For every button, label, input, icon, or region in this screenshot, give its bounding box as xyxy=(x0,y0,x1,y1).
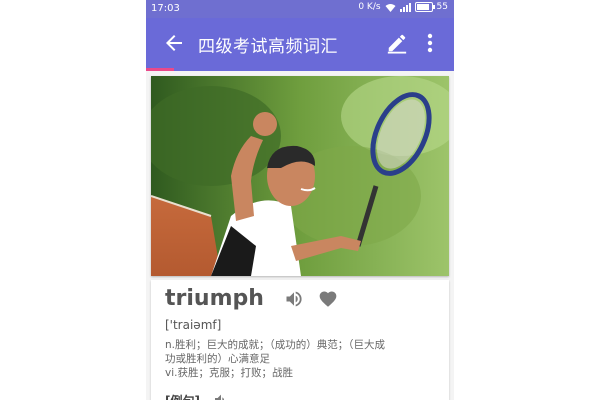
edit-icon[interactable] xyxy=(386,32,408,54)
definition-line: 功或胜利的）心满意足 xyxy=(165,353,270,365)
page-title: 四级考试高频词汇 xyxy=(198,37,338,57)
battery-icon xyxy=(414,2,435,12)
word-text: triumph xyxy=(165,286,264,311)
definition-line: vi.获胜；克服；打败；战胜 xyxy=(165,367,293,379)
status-indicators: 0 K/s 55 xyxy=(358,2,448,12)
app-bar: 四级考试高频词汇 xyxy=(146,18,454,68)
definition-line: n.胜利；巨大的成就；（成功的）典范；（巨大成 xyxy=(165,339,385,351)
more-vert-icon[interactable] xyxy=(426,32,434,54)
progress-indicator xyxy=(146,68,454,71)
network-speed: 0 K/s xyxy=(358,2,381,12)
example-label: [例句] xyxy=(165,392,200,400)
status-time: 17:03 xyxy=(151,3,180,14)
battery-level: 55 xyxy=(436,2,448,12)
example-speaker-icon[interactable] xyxy=(213,392,229,400)
status-bar: 17:03 0 K/s 55 xyxy=(146,0,454,18)
heart-icon[interactable] xyxy=(318,289,338,309)
progress-indicator-segment xyxy=(146,68,174,71)
back-arrow-icon[interactable] xyxy=(162,31,186,55)
definition: n.胜利；巨大的成就；（成功的）典范；（巨大成 功或胜利的）心满意足 vi.获胜… xyxy=(165,338,441,380)
word-image xyxy=(151,76,449,276)
signal-icon xyxy=(399,2,411,12)
phonetic: ['traiəmf] xyxy=(165,318,222,332)
wifi-icon xyxy=(385,3,396,12)
speaker-icon[interactable] xyxy=(284,289,304,309)
word-card: triumph ['traiəmf] n.胜利；巨大的成就；（成功的）典范；（巨… xyxy=(151,280,449,400)
word-header: triumph xyxy=(165,286,338,311)
tennis-player-photo xyxy=(151,76,449,276)
phone-screen: 17:03 0 K/s 55 四级考试高频词汇 triumph ['traiəm… xyxy=(146,0,454,400)
